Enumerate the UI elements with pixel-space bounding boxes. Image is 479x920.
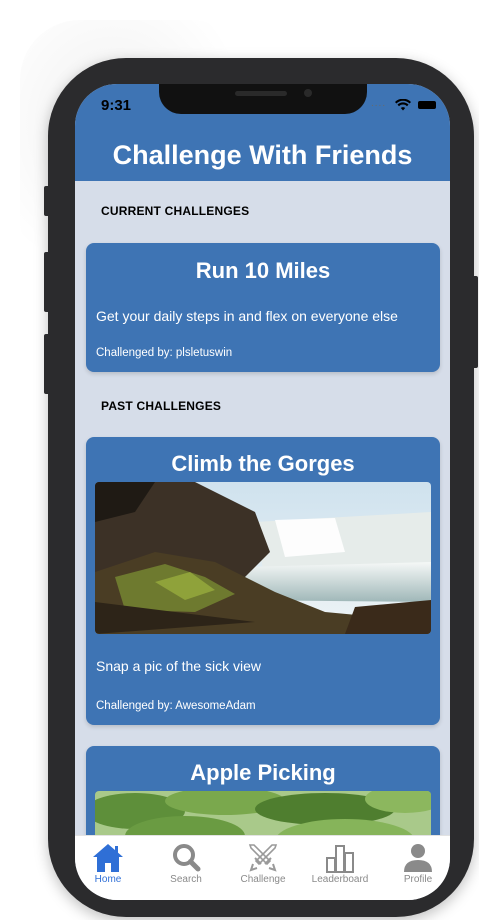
- challenge-description: Snap a pic of the sick view: [96, 658, 261, 674]
- challenge-description: Get your daily steps in and flex on ever…: [96, 308, 398, 324]
- waterfall-photo: [95, 482, 431, 634]
- earpiece-speaker: [235, 91, 287, 96]
- page-title: Challenge With Friends: [112, 140, 413, 170]
- notch: [159, 84, 367, 114]
- challenge-title: Apple Picking: [190, 760, 336, 785]
- signal-dots: ....: [371, 98, 387, 109]
- challenge-card[interactable]: Run 10 Miles Get your daily steps in and…: [86, 243, 440, 372]
- tab-label: Home: [94, 874, 122, 885]
- challenge-title: Climb the Gorges: [171, 451, 355, 476]
- past-challenges-heading: PAST CHALLENGES: [101, 399, 222, 413]
- current-challenges-heading: CURRENT CHALLENGES: [101, 204, 250, 218]
- wifi-icon: [395, 99, 411, 111]
- tab-label: Challenge: [240, 874, 286, 885]
- app-header: 9:31 .... Challenge With Friends: [75, 84, 450, 181]
- tab-search[interactable]: Search: [159, 836, 213, 896]
- volume-down-button: [44, 334, 50, 394]
- battery-icon: [418, 101, 436, 109]
- tab-bar: Home Search Challenge Leaderboard Profil…: [75, 835, 450, 900]
- front-camera: [304, 89, 312, 97]
- status-time: 9:31: [101, 97, 132, 114]
- bar-chart-icon: [326, 845, 354, 873]
- tab-challenge[interactable]: Challenge: [233, 836, 293, 896]
- tab-leaderboard[interactable]: Leaderboard: [305, 836, 375, 896]
- tab-label: Profile: [403, 874, 433, 885]
- mute-switch: [44, 186, 50, 216]
- challenge-title: Run 10 Miles: [195, 258, 331, 283]
- app-screen: 9:31 .... Challenge With Friends CURRENT…: [75, 84, 450, 900]
- person-icon: [404, 844, 432, 872]
- challenge-card[interactable]: Climb the Gorges Snap a pic of the sick …: [86, 437, 440, 725]
- search-icon: [173, 844, 201, 872]
- crossed-swords-icon: [248, 844, 278, 872]
- volume-up-button: [44, 252, 50, 312]
- challenged-by: Challenged by: plsletuswin: [96, 347, 233, 359]
- power-button: [472, 276, 478, 368]
- tab-profile[interactable]: Profile: [393, 836, 443, 896]
- challenged-by: Challenged by: AwesomeAdam: [96, 700, 256, 712]
- home-icon: [93, 844, 123, 872]
- tab-label: Leaderboard: [311, 874, 369, 885]
- tab-label: Search: [170, 874, 202, 885]
- tab-home[interactable]: Home: [83, 836, 133, 896]
